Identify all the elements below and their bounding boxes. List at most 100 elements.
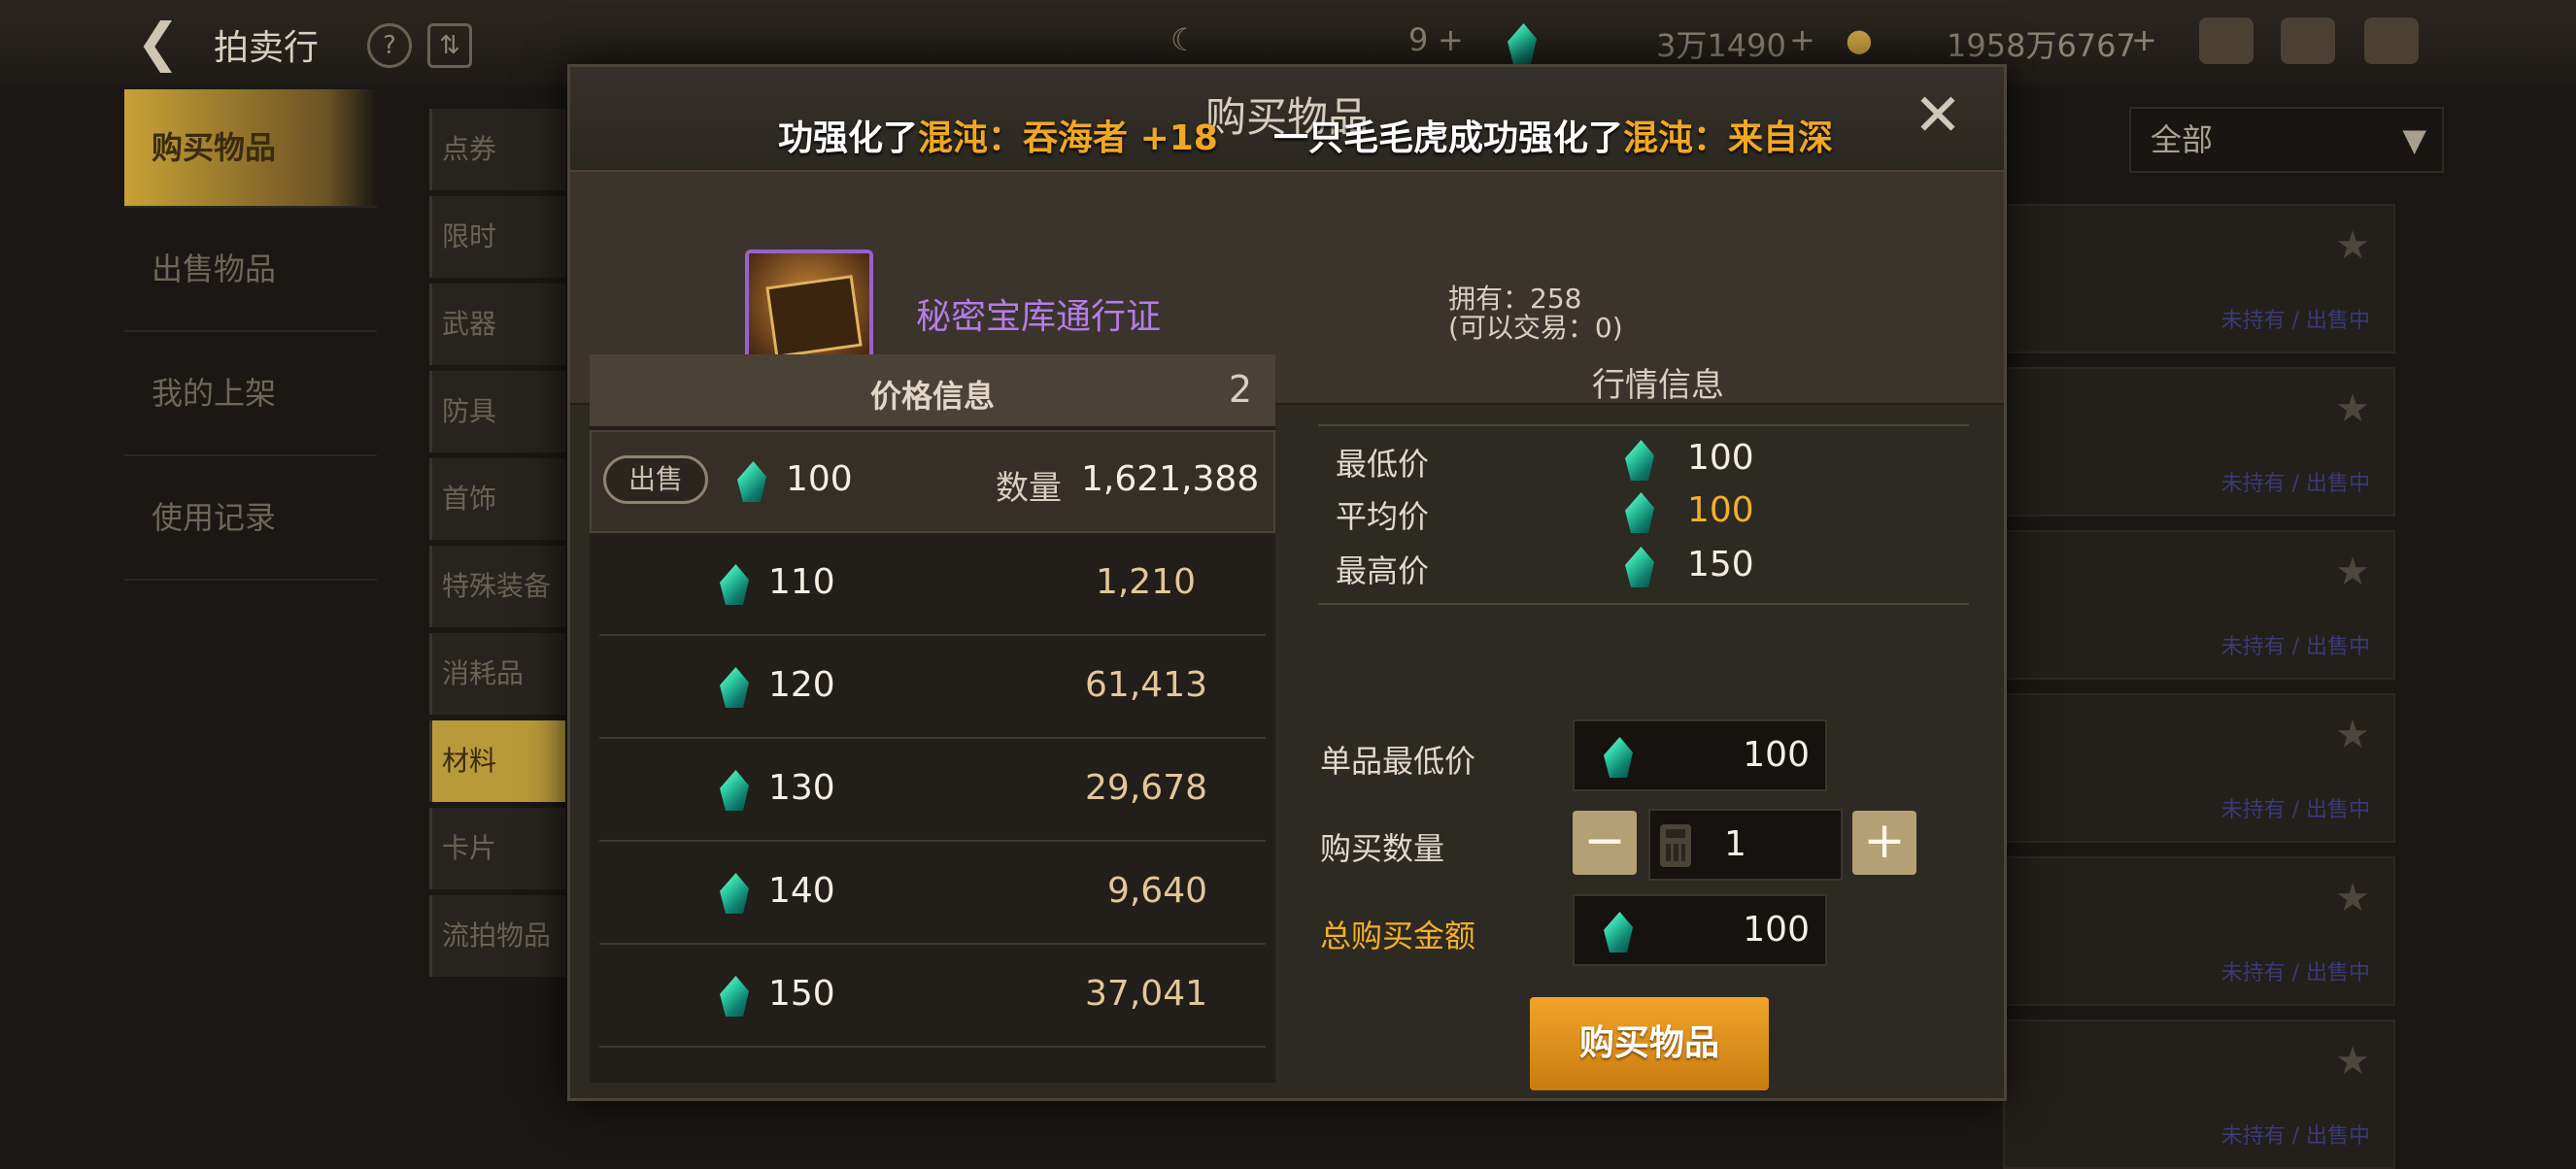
item-name: 秘密宝库通行证 — [916, 297, 1162, 337]
menu-my-listings[interactable]: 我的上架 — [124, 332, 377, 456]
category-item[interactable]: 点券 — [429, 109, 565, 190]
divider — [1318, 603, 1969, 605]
price-row-selected[interactable]: 出售 100 数量 1,621,388 — [590, 430, 1275, 533]
star-icon[interactable]: ★ — [2335, 223, 2370, 268]
listing-status: 未持有 / 出售中 — [2220, 798, 2370, 822]
listing-status: 未持有 / 出售中 — [2220, 309, 2370, 333]
star-icon[interactable]: ★ — [2335, 1039, 2370, 1084]
gem-icon — [1625, 547, 1654, 587]
price-row[interactable]: 120 61,413 — [590, 636, 1275, 739]
unit-min-price-value: 100 — [1743, 735, 1810, 775]
qty-value: 29,678 — [1085, 768, 1207, 808]
price-row[interactable]: 130 29,678 — [590, 739, 1275, 842]
category-item[interactable]: 流拍物品 — [429, 895, 565, 977]
increase-qty-button[interactable]: + — [1852, 811, 1916, 875]
listing-row[interactable]: ★ 未持有 / 出售中 — [2003, 204, 2395, 353]
gem-icon — [1604, 912, 1633, 952]
listing-row[interactable]: ★ 未持有 / 出售中 — [2003, 1019, 2395, 1169]
decrease-qty-button[interactable]: − — [1573, 811, 1637, 875]
mail-icon[interactable] — [2281, 17, 2335, 64]
price-info-header: 价格信息 2 — [590, 354, 1275, 426]
price-value: 120 — [768, 665, 835, 705]
divider — [1318, 424, 1969, 426]
price-row[interactable]: 110 1,210 — [590, 533, 1275, 636]
price-value: 150 — [768, 974, 835, 1014]
listing-status: 未持有 / 出售中 — [2220, 635, 2370, 659]
purchase-qty-input[interactable]: 1 — [1648, 809, 1843, 881]
moon-currency-icon: ☾ — [1170, 21, 1199, 58]
gem-icon — [737, 461, 766, 502]
owned-count: 拥有：258 (可以交易：0) — [1448, 283, 1623, 344]
announcement-ticker: 一只毛毛虎成功强化了混沌：来自深 — [1273, 118, 1834, 158]
listing-row[interactable]: ★ 未持有 / 出售中 — [2003, 530, 2395, 680]
gem-icon — [1625, 492, 1654, 533]
star-icon[interactable]: ★ — [2335, 550, 2370, 594]
buy-button[interactable]: 购买物品 — [1530, 997, 1769, 1090]
gem-icon — [720, 564, 749, 605]
buy-item-modal: 购买物品 功强化了混沌：吞海者 +18 一只毛毛虎成功强化了混沌：来自深 ✕ 秘… — [567, 64, 2007, 1101]
star-icon[interactable]: ★ — [2335, 876, 2370, 920]
price-value: 100 — [786, 459, 853, 499]
price-info-title: 价格信息 — [869, 378, 995, 415]
listing-status: 未持有 / 出售中 — [2220, 961, 2370, 985]
avg-price-label: 平均价 — [1336, 498, 1430, 535]
price-value: 130 — [768, 768, 835, 808]
help-icon[interactable]: ? — [367, 23, 412, 68]
sort-icon[interactable]: ⇅ — [427, 23, 472, 68]
price-value: 110 — [768, 562, 835, 602]
price-row[interactable]: 150 37,041 — [590, 945, 1275, 1048]
price-info-panel: 价格信息 2 出售 100 数量 1,621,388 110 1,210 120… — [590, 354, 1275, 1083]
category-item[interactable]: 武器 — [429, 284, 565, 365]
category-item[interactable]: 限时 — [429, 196, 565, 278]
unit-min-price-field: 100 — [1573, 719, 1827, 791]
chevron-down-icon: ▼ — [2402, 121, 2426, 158]
gem-icon — [720, 770, 749, 811]
total-amount-field: 100 — [1573, 894, 1827, 966]
gem-icon — [1604, 737, 1633, 778]
close-button[interactable]: ✕ — [1911, 86, 1965, 145]
listing-row[interactable]: ★ 未持有 / 出售中 — [2003, 693, 2395, 843]
chat-icon[interactable] — [2364, 17, 2419, 64]
price-row[interactable]: 140 9,640 — [590, 842, 1275, 945]
price-info-count: 2 — [1228, 368, 1252, 411]
add-gem-icon[interactable]: + — [1789, 21, 1815, 58]
listing-status: 未持有 / 出售中 — [2220, 1124, 2370, 1149]
calculator-icon[interactable] — [1660, 824, 1691, 867]
star-icon[interactable]: ★ — [2335, 386, 2370, 431]
min-price-label: 最低价 — [1336, 446, 1430, 483]
add-gold-icon[interactable]: + — [2131, 21, 2157, 58]
gem-currency-value: 3万1490 — [1656, 27, 1786, 64]
menu-history[interactable]: 使用记录 — [124, 456, 377, 581]
gem-icon — [720, 873, 749, 914]
category-item[interactable]: 首饰 — [429, 458, 565, 540]
back-arrow-icon[interactable]: ❮ — [136, 16, 194, 70]
category-item[interactable]: 卡片 — [429, 808, 565, 889]
total-amount-label: 总购买金额 — [1320, 918, 1476, 954]
treasure-chest-icon[interactable] — [2199, 17, 2254, 64]
category-item[interactable]: 消耗品 — [429, 633, 565, 715]
filter-dropdown[interactable]: 全部 ▼ — [2129, 107, 2444, 173]
avg-price-value: 100 — [1687, 490, 1754, 530]
qty-label: 数量 — [996, 469, 1062, 508]
unit-min-price-label: 单品最低价 — [1320, 743, 1476, 780]
menu-sell[interactable]: 出售物品 — [124, 208, 377, 332]
qty-value: 1,621,388 — [1081, 459, 1260, 499]
add-moon-icon[interactable]: + — [1438, 21, 1464, 58]
page-title: 拍卖行 — [214, 28, 320, 68]
max-price-label: 最高价 — [1336, 552, 1430, 589]
star-icon[interactable]: ★ — [2335, 713, 2370, 757]
moon-currency-value: 9 — [1408, 21, 1429, 58]
category-item[interactable]: 特殊装备 — [429, 546, 565, 627]
listing-row[interactable]: ★ 未持有 / 出售中 — [2003, 856, 2395, 1006]
listing-row[interactable]: ★ 未持有 / 出售中 — [2003, 367, 2395, 517]
category-list: 点券 限时 武器 防具 首饰 特殊装备 消耗品 材料 卡片 流拍物品 — [429, 109, 565, 983]
price-value: 140 — [768, 871, 835, 911]
qty-value: 9,640 — [1106, 871, 1207, 911]
category-item-active[interactable]: 材料 — [429, 720, 565, 802]
min-price-value: 100 — [1687, 438, 1754, 478]
category-item[interactable]: 防具 — [429, 371, 565, 452]
left-menu: 购买物品 出售物品 我的上架 使用记录 — [124, 89, 377, 581]
gold-currency-value: 1958万6767 — [1947, 27, 2136, 64]
qty-value: 61,413 — [1085, 665, 1207, 705]
menu-buy[interactable]: 购买物品 — [124, 89, 377, 208]
